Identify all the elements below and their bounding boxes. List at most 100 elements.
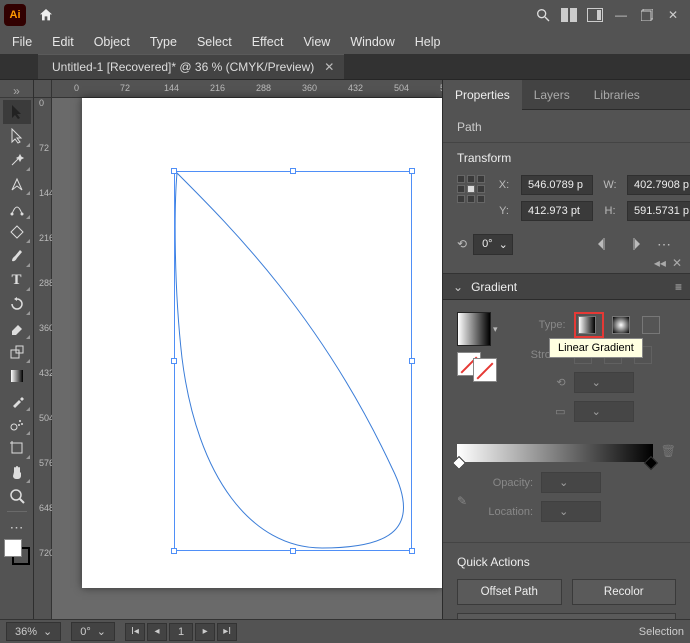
gradient-swatch-menu-icon[interactable]: ▾	[493, 324, 498, 335]
tab-properties[interactable]: Properties	[443, 80, 522, 110]
last-artboard-button[interactable]: ▸I	[217, 623, 237, 641]
gradient-angle-input[interactable]: ⌄	[574, 372, 634, 393]
next-artboard-button[interactable]: ▸	[195, 623, 215, 641]
curvature-tool[interactable]	[3, 196, 31, 220]
menu-type[interactable]: Type	[142, 32, 185, 52]
window-restore-icon[interactable]	[634, 3, 660, 27]
paintbrush-tool[interactable]	[3, 244, 31, 268]
offset-path-button[interactable]: Offset Path	[457, 579, 562, 605]
tab-layers[interactable]: Layers	[522, 80, 582, 110]
panel-close-icon[interactable]: ✕	[672, 256, 682, 270]
gradient-type-label: Type:	[510, 319, 566, 331]
window-minimize-icon[interactable]: —	[608, 3, 634, 27]
hand-tool[interactable]	[3, 460, 31, 484]
menu-edit[interactable]: Edit	[44, 32, 82, 52]
freeform-gradient-button[interactable]	[642, 316, 660, 334]
menu-help[interactable]: Help	[407, 32, 449, 52]
status-bar: 36%⌄ 0°⌄ I◂ ◂ 1 ▸ ▸I Selection	[0, 619, 690, 643]
eyedropper-tool[interactable]	[3, 388, 31, 412]
flip-horizontal-icon[interactable]	[592, 233, 616, 255]
pen-tool[interactable]	[3, 172, 31, 196]
delete-stop-icon[interactable]: 🗑	[661, 444, 676, 458]
recolor-button[interactable]: Recolor	[572, 579, 677, 605]
gradient-stop-right[interactable]	[644, 456, 658, 470]
vertical-ruler[interactable]: 0 72 144 216 288 360 432 504 576 648 720	[34, 98, 52, 619]
panel-collapse-icon[interactable]: ◂◂	[654, 256, 666, 270]
menu-object[interactable]: Object	[86, 32, 138, 52]
bbox-handle-tl[interactable]	[171, 168, 177, 174]
document-stage[interactable]: 0 72 144 216 288 360 432 504 576 0 72 14…	[34, 80, 442, 619]
search-icon[interactable]	[530, 3, 556, 27]
x-input[interactable]: 546.0789 p	[521, 175, 593, 195]
y-input[interactable]: 412.973 pt	[521, 201, 593, 221]
zoom-level-select[interactable]: 36%⌄	[6, 622, 61, 641]
bbox-handle-br[interactable]	[409, 548, 415, 554]
prev-artboard-button[interactable]: ◂	[147, 623, 167, 641]
linear-gradient-button[interactable]	[578, 316, 596, 334]
selection-tool[interactable]	[3, 100, 31, 124]
bbox-handle-tr[interactable]	[409, 168, 415, 174]
linear-gradient-highlight	[574, 312, 604, 338]
bbox-handle-mr[interactable]	[409, 358, 415, 364]
edit-toolbar-icon[interactable]: ⋯	[3, 515, 31, 539]
direct-selection-tool[interactable]	[3, 124, 31, 148]
gradient-stop-left[interactable]	[452, 456, 466, 470]
fill-swatch[interactable]	[4, 539, 22, 557]
gradient-ramp[interactable]	[457, 444, 653, 462]
type-tool[interactable]: T	[3, 268, 31, 292]
stop-opacity-input[interactable]: ⌄	[541, 472, 601, 493]
artboard[interactable]	[82, 98, 442, 588]
rotate-input[interactable]: 0°⌄	[473, 234, 513, 255]
right-panel: Properties Layers Libraries Path Transfo…	[442, 80, 690, 619]
tab-libraries[interactable]: Libraries	[582, 80, 652, 110]
close-tab-icon[interactable]: ✕	[324, 60, 334, 74]
artboard-number[interactable]: 1	[169, 623, 193, 641]
workspace-icon[interactable]	[582, 3, 608, 27]
first-artboard-button[interactable]: I◂	[125, 623, 145, 641]
magic-wand-tool[interactable]	[3, 148, 31, 172]
bbox-handle-bm[interactable]	[290, 548, 296, 554]
stop-location-input[interactable]: ⌄	[541, 501, 601, 522]
menu-effect[interactable]: Effect	[244, 32, 292, 52]
stroke-none-swatch[interactable]	[473, 358, 497, 382]
stop-eyedropper-icon[interactable]: ✎	[457, 494, 467, 508]
panel-menu-icon[interactable]: ≡	[675, 280, 682, 294]
gradient-aspect-input[interactable]: ⌄	[574, 401, 634, 422]
arrange-documents-icon[interactable]	[556, 3, 582, 27]
zoom-tool[interactable]	[3, 484, 31, 508]
fill-stroke-control[interactable]	[4, 539, 30, 565]
artboard-tool[interactable]	[3, 436, 31, 460]
bbox-handle-bl[interactable]	[171, 548, 177, 554]
gradient-tool[interactable]	[3, 364, 31, 388]
rectangle-tool[interactable]	[3, 220, 31, 244]
ruler-origin[interactable]	[34, 80, 52, 98]
home-icon[interactable]	[34, 3, 58, 27]
w-input[interactable]: 402.7908 p	[627, 175, 690, 195]
w-label: W:	[601, 179, 619, 191]
symbol-sprayer-tool[interactable]	[3, 412, 31, 436]
toolbar-expand-icon[interactable]: »	[0, 84, 33, 98]
menu-select[interactable]: Select	[189, 32, 240, 52]
location-label: Location:	[477, 506, 533, 518]
radial-gradient-button[interactable]	[612, 316, 630, 334]
menu-window[interactable]: Window	[342, 32, 402, 52]
horizontal-ruler[interactable]: 0 72 144 216 288 360 432 504 576	[52, 80, 442, 98]
reference-point-grid[interactable]	[457, 175, 485, 203]
transform-options-icon[interactable]: ⋯	[652, 233, 676, 255]
rotate-tool[interactable]	[3, 292, 31, 316]
scale-tool[interactable]	[3, 340, 31, 364]
bbox-handle-ml[interactable]	[171, 358, 177, 364]
rotate-view-select[interactable]: 0°⌄	[71, 622, 115, 641]
h-input[interactable]: 591.5731 p	[627, 201, 690, 221]
gradient-preview-swatch[interactable]	[457, 312, 491, 346]
quick-actions-title: Quick Actions	[457, 555, 676, 569]
bounding-box[interactable]	[174, 171, 412, 551]
document-tab[interactable]: Untitled-1 [Recovered]* @ 36 % (CMYK/Pre…	[38, 54, 344, 79]
flip-vertical-icon[interactable]	[622, 233, 646, 255]
menu-view[interactable]: View	[295, 32, 338, 52]
menu-file[interactable]: File	[4, 32, 40, 52]
window-close-icon[interactable]: ✕	[660, 3, 686, 27]
bbox-handle-tm[interactable]	[290, 168, 296, 174]
eraser-tool[interactable]	[3, 316, 31, 340]
gradient-collapse-icon[interactable]: ⌄	[453, 280, 463, 294]
